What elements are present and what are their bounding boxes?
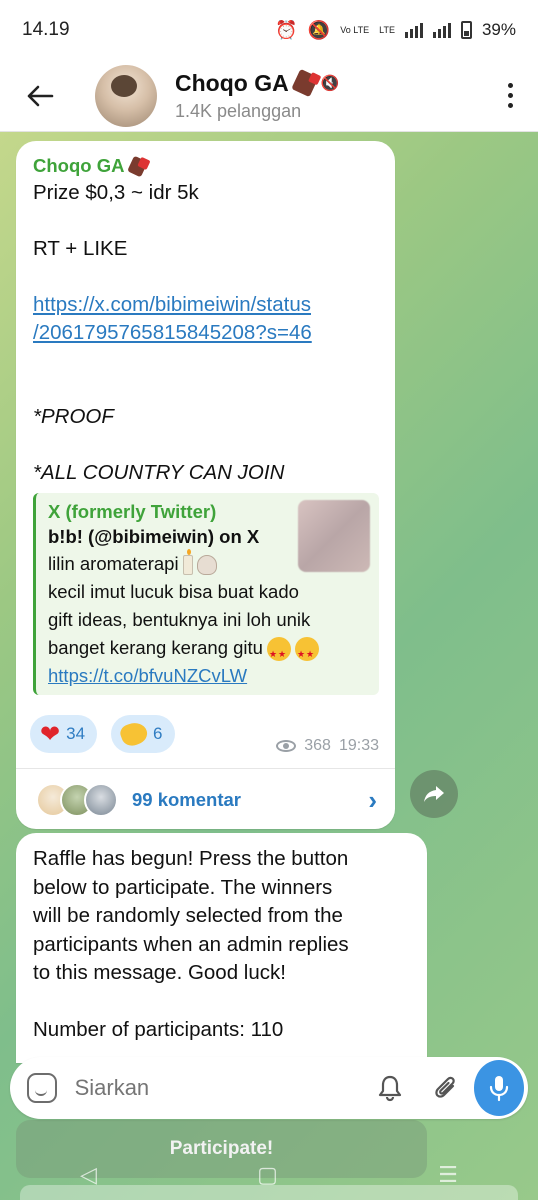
volte-icon: Vo LTE: [340, 24, 370, 35]
reaction-clap[interactable]: 6: [111, 715, 175, 753]
divider: [16, 768, 395, 769]
star-struck-emoji-icon: [266, 637, 291, 668]
post-line-proof: *PROOF: [33, 405, 114, 428]
raffle-line: below to participate. The winners: [33, 875, 333, 899]
post-line: [33, 347, 379, 375]
reaction-count: 34: [66, 724, 86, 743]
post-line: [33, 207, 379, 235]
link-preview[interactable]: X (formerly Twitter) b!b! (@bibimeiwin) …: [33, 493, 379, 695]
post-line-country: *ALL COUNTRY CAN JOIN: [33, 461, 285, 484]
post-line: [33, 431, 379, 459]
comments-button[interactable]: 99 komentar ›: [16, 771, 395, 829]
preview-line: lilin aromaterapi: [48, 553, 179, 574]
raffle-line: Raffle has begun! Press the button: [33, 847, 349, 870]
participant-count: Number of participants: 110: [33, 1018, 284, 1041]
preview-line: gift ideas, bentuknya ini loh unik: [48, 609, 311, 630]
preview-short-link[interactable]: https://t.co/bfvuNZCvLW: [48, 662, 369, 690]
shell-emoji-icon: [196, 555, 217, 576]
clapping-hands-icon: [118, 719, 151, 749]
status-bar: 14.19 ⏰ 🔕 Vo LTE LTE 39%: [0, 0, 538, 60]
chevron-right-icon: ›: [368, 784, 377, 815]
post-line: [33, 263, 379, 291]
arrow-left-icon: [27, 85, 54, 106]
alarm-icon: ⏰: [275, 19, 298, 40]
post-line: RT + LIKE: [33, 237, 128, 260]
voice-message-button[interactable]: [473, 1060, 525, 1116]
status-time: 14.19: [22, 19, 70, 40]
channel-title-row: Choqo GA 🔇: [175, 68, 482, 98]
share-arrow-icon: [424, 786, 444, 802]
raffle-line: participants when an admin replies: [33, 932, 349, 956]
bottom-sheet-edge: [20, 1185, 518, 1200]
muted-speaker-icon: 🔇: [320, 75, 340, 92]
attach-button[interactable]: [418, 1074, 474, 1102]
battery-level: 39%: [481, 20, 516, 39]
post-meta: 368 19:33: [276, 737, 379, 755]
raffle-line: [33, 988, 411, 1017]
tweet-link-part1[interactable]: https://x.com/bibimeiwin/status: [33, 291, 379, 319]
chocolate-emoji-icon: [127, 155, 149, 177]
battery-icon: [460, 21, 472, 39]
post-time: 19:33: [338, 737, 379, 754]
post-line: [33, 375, 379, 403]
signal-icon: [404, 22, 423, 38]
broadcast-input[interactable]: [74, 1075, 363, 1101]
message-input-bar: [10, 1057, 528, 1119]
bell-icon: [379, 1075, 402, 1102]
notification-toggle-button[interactable]: [363, 1074, 419, 1102]
star-struck-emoji-icon: [294, 637, 319, 668]
preview-thumbnail: [298, 500, 370, 572]
reactions-row: ❤ 34 6: [30, 715, 175, 753]
channel-avatar[interactable]: [95, 64, 157, 127]
channel-title: Choqo GA: [175, 69, 289, 96]
heart-icon: ❤: [40, 720, 61, 748]
dot-icon: [507, 103, 513, 108]
signal-icon-2: [432, 22, 451, 38]
channel-info[interactable]: Choqo GA 🔇 1.4K pelanggan: [175, 68, 482, 122]
status-icons: ⏰ 🔕 Vo LTE LTE 39%: [275, 20, 516, 41]
preview-line: kecil imut lucuk bisa buat kado: [48, 581, 299, 602]
post-line: Prize $0,3 ~ idr 5k: [33, 181, 199, 204]
sticker-button[interactable]: [10, 1073, 75, 1103]
commenter-avatars: [36, 783, 118, 817]
tweet-link-part2[interactable]: /2061795765815845208?s=46: [33, 319, 379, 347]
paperclip-icon: [435, 1076, 455, 1098]
back-button[interactable]: [0, 60, 80, 132]
post-sender: Choqo GA: [33, 153, 379, 179]
reaction-count: 6: [153, 724, 163, 743]
subscriber-count: 1.4K pelanggan: [175, 100, 302, 121]
raffle-message[interactable]: Raffle has begun! Press the button below…: [16, 833, 427, 1063]
comments-count: 99 komentar: [132, 789, 241, 810]
raffle-line: will be randomly selected from the: [33, 904, 343, 927]
microphone-icon: [489, 1076, 509, 1102]
raffle-line: to this message. Good luck!: [33, 961, 286, 984]
channel-post[interactable]: Choqo GA Prize $0,3 ~ idr 5k RT + LIKE h…: [16, 141, 395, 829]
eye-icon: [276, 740, 297, 752]
dot-icon: [507, 93, 513, 98]
sticker-icon: [27, 1073, 58, 1103]
more-options-button[interactable]: [482, 60, 538, 132]
chat-header: Choqo GA 🔇 1.4K pelanggan: [0, 60, 538, 132]
chocolate-emoji-icon: [290, 68, 319, 98]
share-button[interactable]: [410, 770, 458, 818]
preview-line: banget kerang kerang gitu: [48, 637, 263, 658]
mute-notifications-icon: 🔕: [307, 19, 331, 40]
sender-name: Choqo GA: [33, 155, 125, 176]
lte-label: LTE: [379, 25, 395, 35]
view-count: 368: [304, 737, 331, 754]
reaction-heart[interactable]: ❤ 34: [30, 715, 98, 753]
dot-icon: [507, 83, 513, 88]
commenter-avatar: [84, 783, 118, 817]
candle-emoji-icon: [182, 549, 193, 576]
